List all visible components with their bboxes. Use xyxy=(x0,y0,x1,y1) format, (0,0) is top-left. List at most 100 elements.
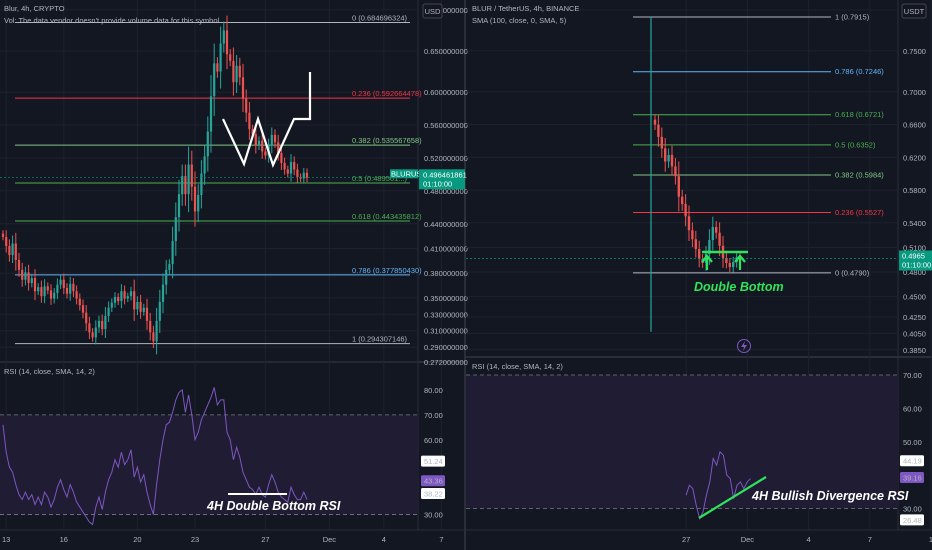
right-fib-level-label: 0.382 (0.5984) xyxy=(835,171,884,180)
right-candle-body xyxy=(664,148,667,162)
left-price-tick: 0.290000000 xyxy=(424,343,468,352)
left-time-tick: 27 xyxy=(261,535,269,544)
left-candle-body xyxy=(257,140,261,146)
left-candle-body xyxy=(107,307,110,316)
right-rsi-annotation: 4H Bullish Divergence RSI xyxy=(751,489,909,503)
right-chart-subtitle: SMA (100, close, 0, SMA, 5) xyxy=(472,16,567,25)
left-candle-body xyxy=(117,297,120,302)
left-time-tick: 13 xyxy=(2,535,10,544)
left-time-tick: 4 xyxy=(382,535,386,544)
left-candle-body xyxy=(33,278,37,292)
right-candle-body xyxy=(718,232,721,246)
right-candle-body xyxy=(732,262,735,268)
left-candle-body xyxy=(161,284,165,302)
left-candle-body xyxy=(5,236,8,246)
left-candle-body xyxy=(184,176,187,195)
left-candle-body xyxy=(62,279,65,288)
left-candle-body xyxy=(11,243,14,256)
left-time-tick: Dec xyxy=(323,535,337,544)
left-candle-body xyxy=(283,162,286,170)
left-price-tick: 0.520000000 xyxy=(424,154,468,163)
right-price-tick: 0.3850 xyxy=(903,346,926,355)
right-time-tick: 4 xyxy=(807,535,811,544)
left-candle-body xyxy=(229,54,232,61)
right-fib-level-label: 1 (0.7915) xyxy=(835,12,870,21)
left-candle-body xyxy=(152,332,155,342)
right-chart-title: BLUR / TetherUS, 4h, BINANCE xyxy=(472,4,579,13)
left-candle-body xyxy=(193,186,197,212)
left-candle-body xyxy=(21,269,24,280)
right-candle-body xyxy=(674,166,677,177)
left-candle-body xyxy=(168,264,171,270)
left-candle-body xyxy=(213,63,216,97)
right-rsi-pane[interactable]: 70.00 60.00 50.00 30.00 44.19 39.16 26.48 RSI … xyxy=(466,362,924,526)
left-candle-body xyxy=(46,286,49,291)
left-last-price-value: 0.496461861 xyxy=(423,170,467,179)
right-fib-level-label: 0 (0.4790) xyxy=(835,268,870,277)
left-candle-body xyxy=(8,245,11,256)
right-price-tick: 0.5800 xyxy=(903,186,926,195)
left-candle-body xyxy=(190,164,193,187)
right-candle-body xyxy=(657,124,660,137)
right-candle-body xyxy=(711,226,714,241)
left-candle-body xyxy=(91,332,94,338)
right-candle-body xyxy=(694,239,697,250)
left-candle-body xyxy=(97,320,101,328)
left-candle-body xyxy=(289,162,293,174)
left-time-tick: 16 xyxy=(60,535,68,544)
left-candle-body xyxy=(75,291,78,299)
left-candle-body xyxy=(149,320,152,333)
left-candle-body xyxy=(126,296,129,299)
left-candle-body xyxy=(145,307,149,321)
left-candle-body xyxy=(280,153,283,163)
right-rsi-value-tag-label: 39.16 xyxy=(903,474,922,483)
left-chart-subtitle: Vol: The data vendor doesn't provide vol… xyxy=(4,16,221,25)
left-candle-body xyxy=(27,272,30,284)
left-rsi-value-tag-label: 38.22 xyxy=(424,490,443,499)
left-rsi-annotation: 4H Double Bottom RSI xyxy=(206,499,341,513)
left-candle-body xyxy=(273,134,277,143)
left-candle-body xyxy=(72,283,75,292)
left-rsi-tick: 80.00 xyxy=(424,386,443,395)
left-candle-body xyxy=(113,297,117,303)
left-candle-body xyxy=(49,290,53,299)
right-fib-level-label: 0.236 (0.5527) xyxy=(835,208,884,217)
right-rsi-value-tag-label: 26.48 xyxy=(903,516,922,525)
left-candle-body xyxy=(110,302,113,308)
right-price-tick: 0.4250 xyxy=(903,313,926,322)
left-candle-body xyxy=(142,307,145,312)
left-fib-level-label: 0.618 (0.443435812) xyxy=(352,212,422,221)
left-candle-body xyxy=(139,301,142,312)
left-last-price-countdown: 01:10:00 xyxy=(423,179,452,188)
right-rsi-tick: 30.00 xyxy=(903,505,922,514)
left-candle-body xyxy=(302,172,305,179)
left-rsi-tick: 30.00 xyxy=(424,511,443,520)
left-price-tick: 0.350000000 xyxy=(424,294,468,303)
right-candle-body xyxy=(677,176,680,197)
left-candle-body xyxy=(254,134,257,146)
left-candle-body xyxy=(200,173,203,195)
left-price-tick: 0.272000000 xyxy=(424,358,468,367)
left-candle-body xyxy=(238,65,241,78)
right-candle-body xyxy=(667,154,670,162)
left-rsi-tick: 70.00 xyxy=(424,411,443,420)
left-price-tick: 0.380000000 xyxy=(424,269,468,278)
right-fib-level-label: 0.786 (0.7246) xyxy=(835,67,884,76)
left-price-tick: 0.560000000 xyxy=(424,121,468,130)
left-candle-body xyxy=(59,279,62,285)
left-candle-body xyxy=(206,131,209,157)
left-candle-body xyxy=(1,233,5,237)
left-candle-body xyxy=(53,292,56,299)
left-chart-title: Blur, 4h, CRYPTO xyxy=(4,4,65,13)
left-candle-body xyxy=(14,243,17,260)
left-fib-level-label: 1 (0.294307146) xyxy=(352,335,408,344)
left-candle-body xyxy=(155,320,158,342)
right-rsi-tick: 60.00 xyxy=(903,404,922,413)
right-candle-body xyxy=(660,136,663,149)
left-candle-body xyxy=(270,134,273,146)
left-candle-body xyxy=(120,291,123,302)
right-candle-body xyxy=(653,119,657,125)
left-currency-label: USD xyxy=(425,7,441,16)
right-price-tick: 0.5400 xyxy=(903,219,926,228)
left-candle-body xyxy=(181,176,184,195)
